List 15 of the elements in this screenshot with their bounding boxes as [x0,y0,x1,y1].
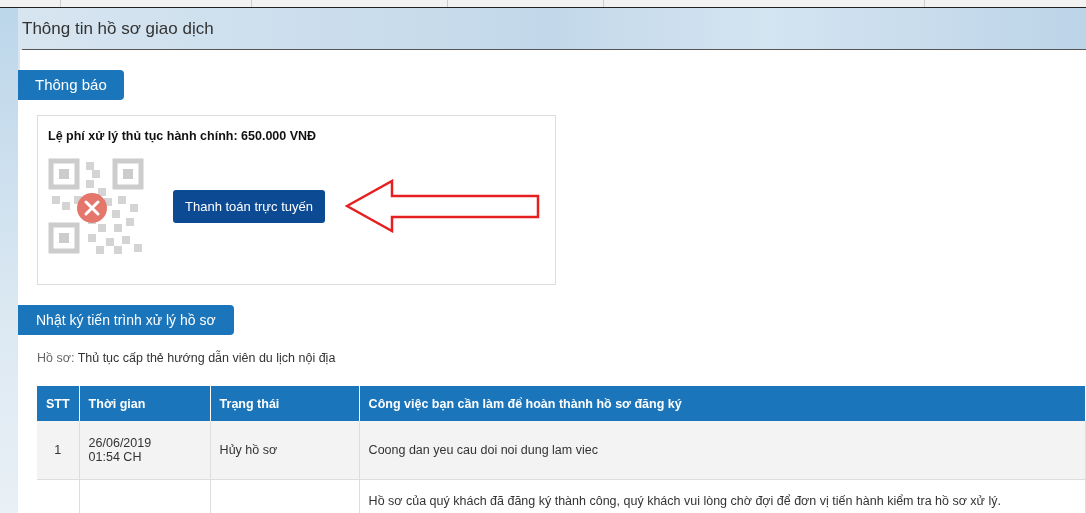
table-cell: Hồ sơ của quý khách đã đăng ký thành công, quý khách vui lòng chờ đợi để đơn vị tiến hành kiểm tra hồ sơ xử lý. [368,494,1001,508]
column-header: Trạng thái [210,386,360,421]
table-cell: Coong dan yeu cau doi noi dung lam viec [368,443,598,457]
table-cell: 1 [54,443,62,457]
column-header: Thời gian [79,386,211,421]
table-cell: 26/06/2019 01:54 CH [88,436,152,464]
section-heading: Thông báo [18,70,124,100]
section-heading: Nhật ký tiến trình xử lý hồ sơ [18,305,234,335]
column-header: STT [37,386,80,421]
fee-text: Lệ phí xử lý thủ tục hành chính: 650.000 VNĐ [48,129,318,143]
column-header: Công việc bạn cần làm để hoàn thành hồ sơ đăng ký [359,386,1086,421]
online-payment-button[interactable]: Thanh toán trực tuyến [173,189,325,223]
table-cell: Hủy hồ sơ [219,443,278,457]
page-title: Thông tin hồ sơ giao dịch [22,18,214,39]
record-text: Hồ sơ: Thủ tục cấp thẻ hướng dẫn viên du lịch nội địa [37,351,337,365]
